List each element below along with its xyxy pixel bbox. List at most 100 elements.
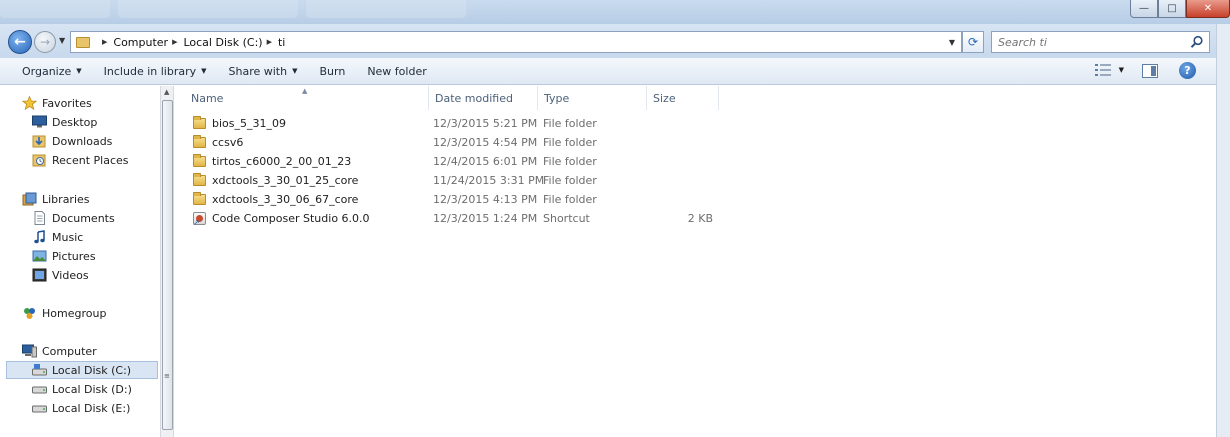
folder-icon — [193, 192, 206, 205]
nav-favorites[interactable]: Favorites — [22, 94, 180, 112]
scrollbar-thumb[interactable] — [162, 100, 173, 430]
change-view-button[interactable]: ▼ — [1094, 64, 1124, 76]
file-row[interactable]: Code Composer Studio 6.0.0 12/3/2015 1:2… — [187, 209, 1207, 228]
maximize-button[interactable]: □ — [1158, 0, 1186, 18]
downloads-icon — [32, 135, 46, 148]
breadcrumb-root-chevron[interactable]: ▶ — [98, 38, 113, 46]
share-with-button[interactable]: Share with ▼ — [229, 65, 298, 78]
nav-item-label: Music — [52, 230, 84, 244]
file-date: 12/3/2015 4:13 PM — [433, 193, 538, 206]
nav-homegroup[interactable]: Homegroup — [22, 304, 180, 322]
nav-item-label: Desktop — [52, 115, 98, 129]
navigation-pane: Favorites Desktop Downloads Recent Place… — [0, 86, 160, 437]
file-date: 11/24/2015 3:31 PM — [433, 174, 545, 187]
breadcrumb-label: Local Disk (C:) — [183, 35, 263, 49]
forward-button[interactable]: → — [34, 31, 56, 53]
column-header-date-modified[interactable]: Date modified — [429, 86, 538, 110]
nav-item-label: Local Disk (C:) — [52, 363, 132, 377]
file-list: Name ▲ Date modified Type Size bios_5_31… — [175, 86, 1216, 437]
file-name-cell: Code Composer Studio 6.0.0 — [193, 212, 370, 227]
burn-label: Burn — [319, 64, 346, 78]
file-date: 12/4/2015 6:01 PM — [433, 155, 538, 168]
folder-icon — [193, 173, 206, 186]
column-header-label: Date modified — [435, 91, 513, 105]
minimize-icon: — — [1139, 3, 1149, 14]
include-in-library-button[interactable]: Include in library ▼ — [104, 65, 207, 78]
system-drive-icon — [32, 364, 47, 376]
chevron-right-icon: ▶ — [172, 38, 178, 46]
nav-computer[interactable]: Computer — [22, 342, 180, 360]
chevron-down-icon: ▼ — [76, 67, 82, 75]
file-name: ccsv6 — [212, 136, 244, 149]
nav-item-label: Documents — [52, 211, 115, 225]
file-row[interactable]: tirtos_c6000_2_00_01_23 12/4/2015 6:01 P… — [187, 152, 1207, 171]
nav-item-label: Videos — [52, 268, 89, 282]
nav-item-label: Local Disk (E:) — [52, 401, 131, 415]
videos-icon — [32, 268, 47, 282]
file-name: xdctools_3_30_01_25_core — [212, 174, 359, 187]
nav-item-local-disk-c[interactable]: Local Disk (C:) — [6, 361, 158, 379]
nav-libraries[interactable]: Libraries — [22, 190, 180, 208]
scroll-up-icon[interactable]: ▲ — [164, 88, 169, 96]
file-row[interactable]: xdctools_3_30_06_67_core 12/3/2015 4:13 … — [187, 190, 1207, 209]
refresh-button[interactable]: ⟳ — [962, 31, 984, 53]
search-icon[interactable] — [1190, 35, 1204, 49]
chevron-right-icon: ▶ — [266, 38, 272, 46]
music-icon — [34, 230, 45, 244]
column-header-type[interactable]: Type — [538, 86, 647, 110]
file-name: Code Composer Studio 6.0.0 — [212, 212, 370, 225]
back-arrow-icon: ← — [14, 34, 26, 50]
organize-button[interactable]: Organize ▼ — [22, 65, 82, 78]
column-header-label: Size — [653, 91, 676, 105]
close-button[interactable]: ✕ — [1186, 0, 1230, 18]
file-type: File folder — [543, 155, 597, 168]
scrollbar-grip-icon: ≡ — [164, 372, 170, 380]
breadcrumb-local-disk-c[interactable]: Local Disk (C:) ▶ — [183, 36, 278, 49]
recent-pages-dropdown[interactable]: ▼ — [59, 36, 65, 45]
back-button[interactable]: ← — [8, 30, 32, 54]
command-bar: Organize ▼ Include in library ▼ Share with… — [0, 58, 1216, 85]
nav-item-label: Local Disk (D:) — [52, 382, 132, 396]
nav-item-label: Pictures — [52, 249, 96, 263]
computer-icon — [22, 344, 37, 358]
burn-button[interactable]: Burn — [319, 65, 345, 78]
chevron-down-icon: ▼ — [1118, 66, 1124, 74]
search-box[interactable] — [991, 31, 1210, 53]
column-header-label: Type — [544, 91, 570, 105]
file-row[interactable]: xdctools_3_30_01_25_core 11/24/2015 3:31… — [187, 171, 1207, 190]
file-name-cell: xdctools_3_30_06_67_core — [193, 192, 358, 206]
nav-homegroup-label: Homegroup — [42, 306, 107, 320]
minimize-button[interactable]: — — [1130, 0, 1158, 18]
breadcrumb-label: ti — [277, 35, 286, 49]
background-window-tab — [306, 0, 466, 18]
file-name-cell: ccsv6 — [193, 135, 244, 149]
nav-item-label: Recent Places — [52, 153, 129, 167]
breadcrumb-ti[interactable]: ti — [278, 36, 285, 49]
libraries-icon — [22, 192, 37, 206]
folder-icon — [193, 116, 206, 129]
drive-icon — [32, 405, 47, 413]
preview-pane-button[interactable] — [1142, 64, 1158, 78]
column-header-size[interactable]: Size — [647, 86, 719, 110]
window-edge — [1216, 24, 1230, 437]
organize-label: Organize — [22, 64, 72, 78]
file-row[interactable]: bios_5_31_09 12/3/2015 5:21 PM File fold… — [187, 114, 1207, 133]
navigation-scrollbar[interactable]: ▲ ≡ — [160, 86, 174, 437]
include-in-library-label: Include in library — [103, 64, 197, 78]
nav-libraries-label: Libraries — [42, 192, 90, 206]
file-type: File folder — [543, 117, 597, 130]
nav-item-label: Downloads — [52, 134, 113, 148]
chevron-down-icon: ▼ — [292, 67, 298, 75]
breadcrumb-computer[interactable]: Computer ▶ — [113, 36, 183, 49]
file-date: 12/3/2015 5:21 PM — [433, 117, 538, 130]
share-with-label: Share with — [228, 64, 288, 78]
new-folder-button[interactable]: New folder — [367, 65, 426, 78]
file-type: File folder — [543, 193, 597, 206]
search-input[interactable] — [992, 35, 1182, 49]
file-row[interactable]: ccsv6 12/3/2015 4:54 PM File folder — [187, 133, 1207, 152]
address-bar[interactable]: ▶ Computer ▶ Local Disk (C:) ▶ ti ▼ — [70, 31, 962, 53]
file-type: File folder — [543, 136, 597, 149]
help-button[interactable]: ? — [1179, 62, 1196, 79]
address-history-dropdown[interactable]: ▼ — [949, 38, 955, 47]
maximize-icon: □ — [1167, 3, 1177, 14]
